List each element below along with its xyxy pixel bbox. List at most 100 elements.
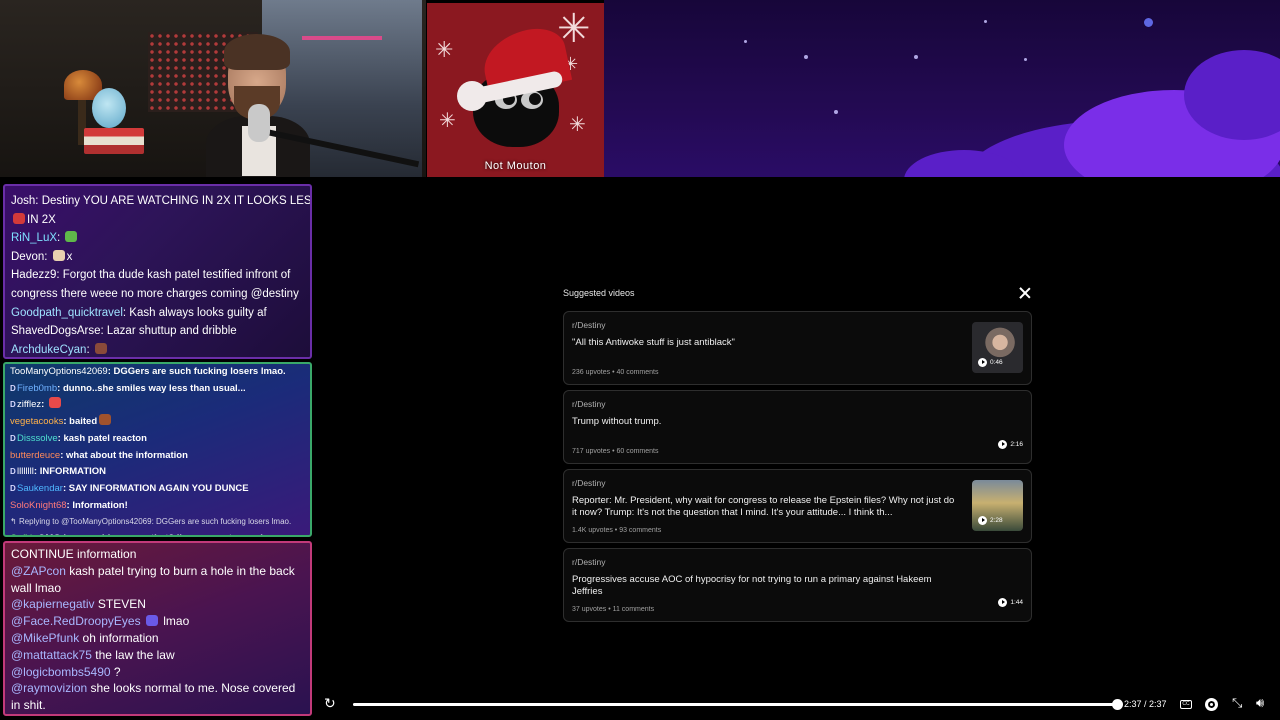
purple-emote — [145, 615, 158, 627]
duration-text: 2:16 — [1010, 441, 1023, 448]
guest-name-label: Not Mouton — [484, 160, 547, 172]
chat-username: Oofkl — [10, 533, 32, 535]
chat-username: Saukendar — [17, 482, 63, 494]
video-title[interactable]: "All this Antiwoke stuff is just antibla… — [572, 337, 961, 349]
chat-username: Fireb0mb — [17, 382, 58, 394]
chat-text: oh information — [82, 630, 159, 645]
chat-username: zifflez — [17, 399, 42, 411]
chat-message: @kapiernegativ STEVEN — [11, 596, 304, 613]
chat-message: @mattattack75 the law the law — [11, 647, 304, 664]
duration-text: 2:28 — [990, 517, 1003, 524]
snowflake-icon: ✳ — [435, 37, 454, 62]
chat-username: TooManyOptions42069 — [10, 366, 108, 377]
progress-handle[interactable] — [1112, 699, 1123, 710]
books — [84, 128, 144, 154]
figurine — [92, 88, 126, 128]
chat-username: @logicbombs5490 — [11, 664, 111, 679]
video-title[interactable]: Trump without trump. — [572, 416, 961, 428]
chat-username: Disssolve — [17, 432, 58, 444]
video-thumbnail[interactable]: 0:46 — [972, 322, 1023, 373]
chat-message: CONTINUE information — [11, 546, 304, 563]
chat-text: DGGers are such fucking losers lmao. — [113, 366, 286, 377]
chat-message: Goodpath_quicktravel: Kash always looks … — [11, 306, 267, 319]
play-icon — [998, 440, 1008, 449]
chat-message: ShavedDogsArse: Lazar shuttup and dribbl… — [11, 325, 237, 338]
chat-message: Hadezz9: Forgot tha dude kash patel test… — [11, 269, 291, 282]
chat-username: @raymovizion — [11, 681, 88, 696]
chat-message: vegetacooks: baited — [10, 414, 305, 431]
video-thumbnail[interactable]: 2:28 — [972, 480, 1023, 531]
chat-message: DDisssolve: kash patel reacton — [10, 431, 305, 448]
suggested-video-card[interactable]: r/Destiny "All this Antiwoke stuff is jus… — [563, 311, 1032, 385]
player-controls: ↻ 2:37 / 2:37 CC ⤡ 🔊︎ — [316, 690, 1280, 720]
guest-avatar-panel: ✳ ✳ ✳ ✳ ✳ Not Mouton — [427, 3, 604, 177]
chat-message: DFireb0mb: dunno..she smiles way less th… — [10, 381, 305, 398]
chat-message-list: TooManyOptions42069: DGGers are such fuc… — [10, 364, 305, 535]
chat-text: ? — [113, 664, 121, 679]
chat-text: Replying to @TooManyOptions42069: DGGers… — [18, 517, 292, 527]
duration-text: 1:44 — [1010, 599, 1023, 606]
chat-panel-middle: TooManyOptions42069: DGGers are such fuc… — [3, 362, 312, 537]
chat-text: kash patel reacton — [63, 432, 147, 444]
sheep-avatar — [457, 22, 573, 149]
duration-badge: 1:44 — [998, 598, 1023, 607]
suggested-videos-panel: Suggested videos r/Destiny "All this Anti… — [563, 285, 1032, 627]
replay-icon[interactable]: ↻ — [324, 695, 336, 712]
chat-message: @MikePfunk oh information — [11, 630, 304, 647]
time-display: 2:37 / 2:37 — [1124, 699, 1167, 709]
chat-text: dunno..she smiles way less than usual... — [62, 382, 246, 394]
chat-message-list: CONTINUE information @ZAPcon kash patel t… — [11, 546, 304, 714]
chat-message: @raymovizion she looks normal to me. Nos… — [11, 680, 304, 714]
chat-text: congress there weee no more charges comi… — [11, 287, 299, 300]
reply-icon: ↰ — [10, 517, 19, 527]
suggested-video-card[interactable]: r/Destiny Progressives accuse AOC of hypo… — [563, 548, 1032, 622]
chat-message: Devon: x — [11, 249, 73, 263]
suggested-videos-title: Suggested videos — [563, 288, 635, 298]
chat-text: the law the law — [95, 647, 175, 662]
video-title[interactable]: Progressives accuse AOC of hypocrisy for… — [572, 574, 961, 598]
chat-text: lmao — [163, 614, 190, 629]
settings-icon[interactable] — [1205, 698, 1218, 711]
face-emote — [52, 249, 65, 261]
close-icon[interactable] — [1018, 286, 1032, 300]
chat-text: STEVEN — [97, 597, 146, 612]
chat-message: Oofkl: OMG how could you say that? I'm s… — [10, 531, 305, 535]
captions-icon[interactable]: CC — [1180, 700, 1192, 709]
chat-text: Kash always looks guilty af — [129, 306, 267, 319]
chat-username: ArchdukeCyan — [11, 343, 87, 356]
chat-message: @Face.RedDroopyEyes lmao — [11, 613, 304, 630]
chat-message: TooManyOptions42069: DGGers are such fuc… — [10, 366, 286, 377]
subreddit-label: r/Destiny — [572, 399, 606, 409]
chat-username: llllllll — [17, 466, 34, 478]
progress-bar[interactable] — [353, 699, 1123, 710]
exit-fullscreen-icon[interactable]: ⤡ — [1232, 695, 1242, 711]
chat-text: OMG how could you say that? I'm so upset… — [38, 533, 262, 535]
chat-message: ↰ Replying to @TooManyOptions42069: DGGe… — [10, 514, 305, 531]
user-badge-icon: D — [10, 433, 16, 443]
snowflake-icon: ✳ — [439, 110, 456, 132]
duration-text: 0:46 — [990, 359, 1003, 366]
chat-text: Lazar shuttup and dribble — [106, 325, 237, 338]
suggested-video-card[interactable]: r/Destiny Reporter: Mr. President, why wa… — [563, 469, 1032, 543]
chat-panel-top: Josh: Destiny YOU ARE WATCHING IN 2X IT … — [3, 184, 312, 359]
subreddit-label: r/Destiny — [572, 320, 606, 330]
suggested-video-card[interactable]: r/Destiny Trump without trump. 717 upvotes… — [563, 390, 1032, 464]
video-stats: 236 upvotes • 40 comments — [572, 369, 659, 376]
chat-message: SoloKnight68: Information! — [10, 499, 128, 511]
user-badge-icon: D — [10, 483, 16, 493]
subreddit-label: r/Destiny — [572, 478, 606, 488]
chat-message: @ZAPcon kash patel trying to burn a hole… — [11, 563, 304, 597]
duration-badge: 2:16 — [998, 440, 1023, 449]
volume-icon[interactable]: 🔊︎ — [1256, 695, 1264, 711]
video-stats: 37 upvotes • 11 comments — [572, 606, 655, 613]
user-badge-icon: D — [10, 383, 16, 393]
chat-text: Destiny YOU ARE WATCHING IN 2X IT LOOKS … — [41, 195, 312, 207]
chat-message: Dzifflez: — [10, 397, 305, 414]
video-stats: 717 upvotes • 60 comments — [572, 448, 659, 455]
chat-username: Goodpath_quicktravel — [11, 306, 123, 319]
boot-emote — [94, 342, 107, 354]
video-title[interactable]: Reporter: Mr. President, why wait for co… — [572, 495, 961, 519]
subreddit-label: r/Destiny — [572, 557, 606, 567]
chat-panel-bottom: CONTINUE information @ZAPcon kash patel t… — [3, 541, 312, 716]
duration-badge: 0:46 — [978, 358, 1003, 367]
